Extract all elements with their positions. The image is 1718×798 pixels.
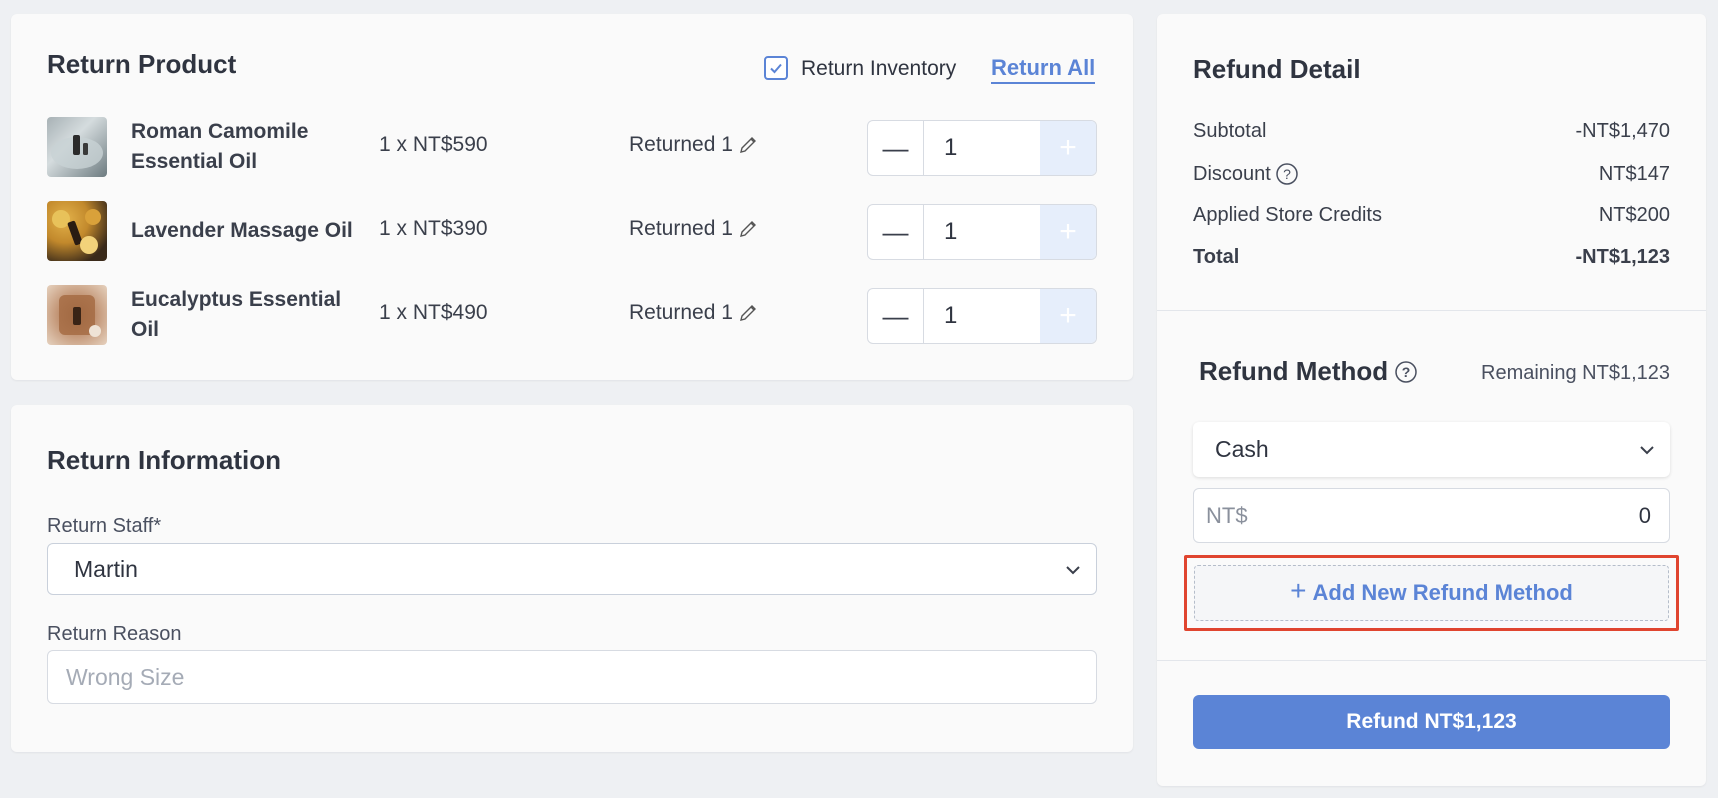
refund-amount-input[interactable]: NT$ 0 bbox=[1193, 488, 1670, 543]
chevron-down-icon bbox=[1066, 566, 1080, 575]
check-icon bbox=[770, 63, 782, 74]
chevron-down-icon bbox=[1640, 446, 1654, 455]
decrement-button[interactable]: — bbox=[868, 205, 924, 259]
subtotal-row: Subtotal -NT$1,470 bbox=[1193, 120, 1670, 143]
returned-label: Returned 1 bbox=[629, 217, 733, 240]
product-price: 1 x NT$590 bbox=[379, 133, 488, 156]
refund-method-title: Refund Method bbox=[1199, 356, 1389, 386]
quantity-value[interactable]: 1 bbox=[924, 121, 1040, 175]
product-price: 1 x NT$390 bbox=[379, 217, 488, 240]
pencil-icon[interactable] bbox=[737, 218, 759, 240]
returned-count[interactable]: Returned 1 bbox=[629, 301, 759, 325]
total-value: -NT$1,123 bbox=[1575, 246, 1671, 268]
quantity-stepper: — 1 + bbox=[867, 288, 1097, 344]
product-name: Roman Camomile Essential Oil bbox=[131, 120, 309, 173]
add-new-refund-method-label: Add New Refund Method bbox=[1312, 580, 1573, 605]
quantity-value[interactable]: 1 bbox=[924, 289, 1040, 343]
decrement-button[interactable]: — bbox=[868, 289, 924, 343]
quantity-stepper: — 1 + bbox=[867, 120, 1097, 176]
increment-button[interactable]: + bbox=[1040, 121, 1096, 175]
product-thumbnail bbox=[47, 285, 107, 345]
divider bbox=[1157, 310, 1706, 311]
refund-detail-title: Refund Detail bbox=[1193, 54, 1361, 84]
refund-method-title-group: Refund Method ? bbox=[1199, 356, 1418, 387]
divider bbox=[1157, 660, 1706, 661]
product-row: Roman Camomile Essential Oil 1 x NT$590 … bbox=[11, 117, 1133, 177]
return-information-card: Return Information Return Staff* Martin … bbox=[11, 405, 1133, 752]
returned-count[interactable]: Returned 1 bbox=[629, 133, 759, 157]
product-row: Eucalyptus Essential Oil 1 x NT$490 Retu… bbox=[11, 285, 1133, 345]
refund-amount-value: 0 bbox=[1638, 503, 1651, 528]
return-reason-label: Return Reason bbox=[47, 623, 182, 645]
return-staff-select[interactable]: Martin bbox=[47, 543, 1097, 595]
store-credits-label: Applied Store Credits bbox=[1193, 204, 1382, 226]
currency-prefix: NT$ bbox=[1206, 503, 1248, 528]
product-row: Lavender Massage Oil 1 x NT$390 Returned… bbox=[11, 201, 1133, 261]
increment-button[interactable]: + bbox=[1040, 289, 1096, 343]
pencil-icon[interactable] bbox=[737, 302, 759, 324]
return-information-title: Return Information bbox=[47, 445, 281, 475]
store-credits-value: NT$200 bbox=[1598, 204, 1670, 226]
svg-text:?: ? bbox=[1283, 166, 1291, 182]
discount-value: NT$147 bbox=[1598, 162, 1670, 185]
returned-label: Returned 1 bbox=[629, 133, 733, 156]
return-inventory-checkbox[interactable] bbox=[764, 56, 788, 80]
refund-method-value: Cash bbox=[1215, 436, 1269, 462]
subtotal-label: Subtotal bbox=[1193, 120, 1267, 142]
refund-method-select[interactable]: Cash bbox=[1193, 422, 1670, 477]
refund-button[interactable]: Refund NT$1,123 bbox=[1193, 695, 1670, 749]
subtotal-value: -NT$1,470 bbox=[1575, 120, 1671, 142]
product-thumbnail bbox=[47, 117, 107, 177]
svg-text:?: ? bbox=[1402, 364, 1411, 380]
return-product-card: Return Product Return Inventory Return A… bbox=[11, 14, 1133, 380]
returned-count[interactable]: Returned 1 bbox=[629, 217, 759, 241]
product-price: 1 x NT$490 bbox=[379, 301, 488, 324]
quantity-stepper: — 1 + bbox=[867, 204, 1097, 260]
return-product-title: Return Product bbox=[47, 49, 237, 79]
product-thumbnail bbox=[47, 201, 107, 261]
refund-card: Refund Detail Subtotal -NT$1,470 Discoun… bbox=[1157, 14, 1706, 786]
store-credits-row: Applied Store Credits NT$200 bbox=[1193, 204, 1670, 227]
total-label: Total bbox=[1193, 246, 1240, 268]
remaining-amount: Remaining NT$1,123 bbox=[1481, 362, 1670, 384]
quantity-value[interactable]: 1 bbox=[924, 205, 1040, 259]
total-row: Total -NT$1,123 bbox=[1193, 246, 1670, 269]
help-icon[interactable]: ? bbox=[1394, 360, 1418, 384]
return-reason-input[interactable] bbox=[47, 650, 1097, 704]
discount-label: Discount bbox=[1193, 162, 1271, 185]
add-new-refund-method-button[interactable]: + Add New Refund Method bbox=[1194, 565, 1669, 621]
discount-row: Discount ? NT$147 bbox=[1193, 162, 1670, 186]
help-icon[interactable]: ? bbox=[1275, 162, 1299, 186]
pencil-icon[interactable] bbox=[737, 134, 759, 156]
returned-label: Returned 1 bbox=[629, 301, 733, 324]
return-staff-value: Martin bbox=[74, 556, 138, 582]
product-name: Eucalyptus Essential Oil bbox=[131, 288, 342, 341]
product-name: Lavender Massage Oil bbox=[131, 219, 353, 242]
increment-button[interactable]: + bbox=[1040, 205, 1096, 259]
discount-label-group: Discount ? bbox=[1193, 162, 1299, 186]
plus-icon: + bbox=[1290, 575, 1307, 606]
return-inventory-label[interactable]: Return Inventory bbox=[801, 57, 956, 81]
return-staff-label: Return Staff* bbox=[47, 515, 162, 537]
decrement-button[interactable]: — bbox=[868, 121, 924, 175]
return-all-link[interactable]: Return All bbox=[991, 55, 1096, 84]
